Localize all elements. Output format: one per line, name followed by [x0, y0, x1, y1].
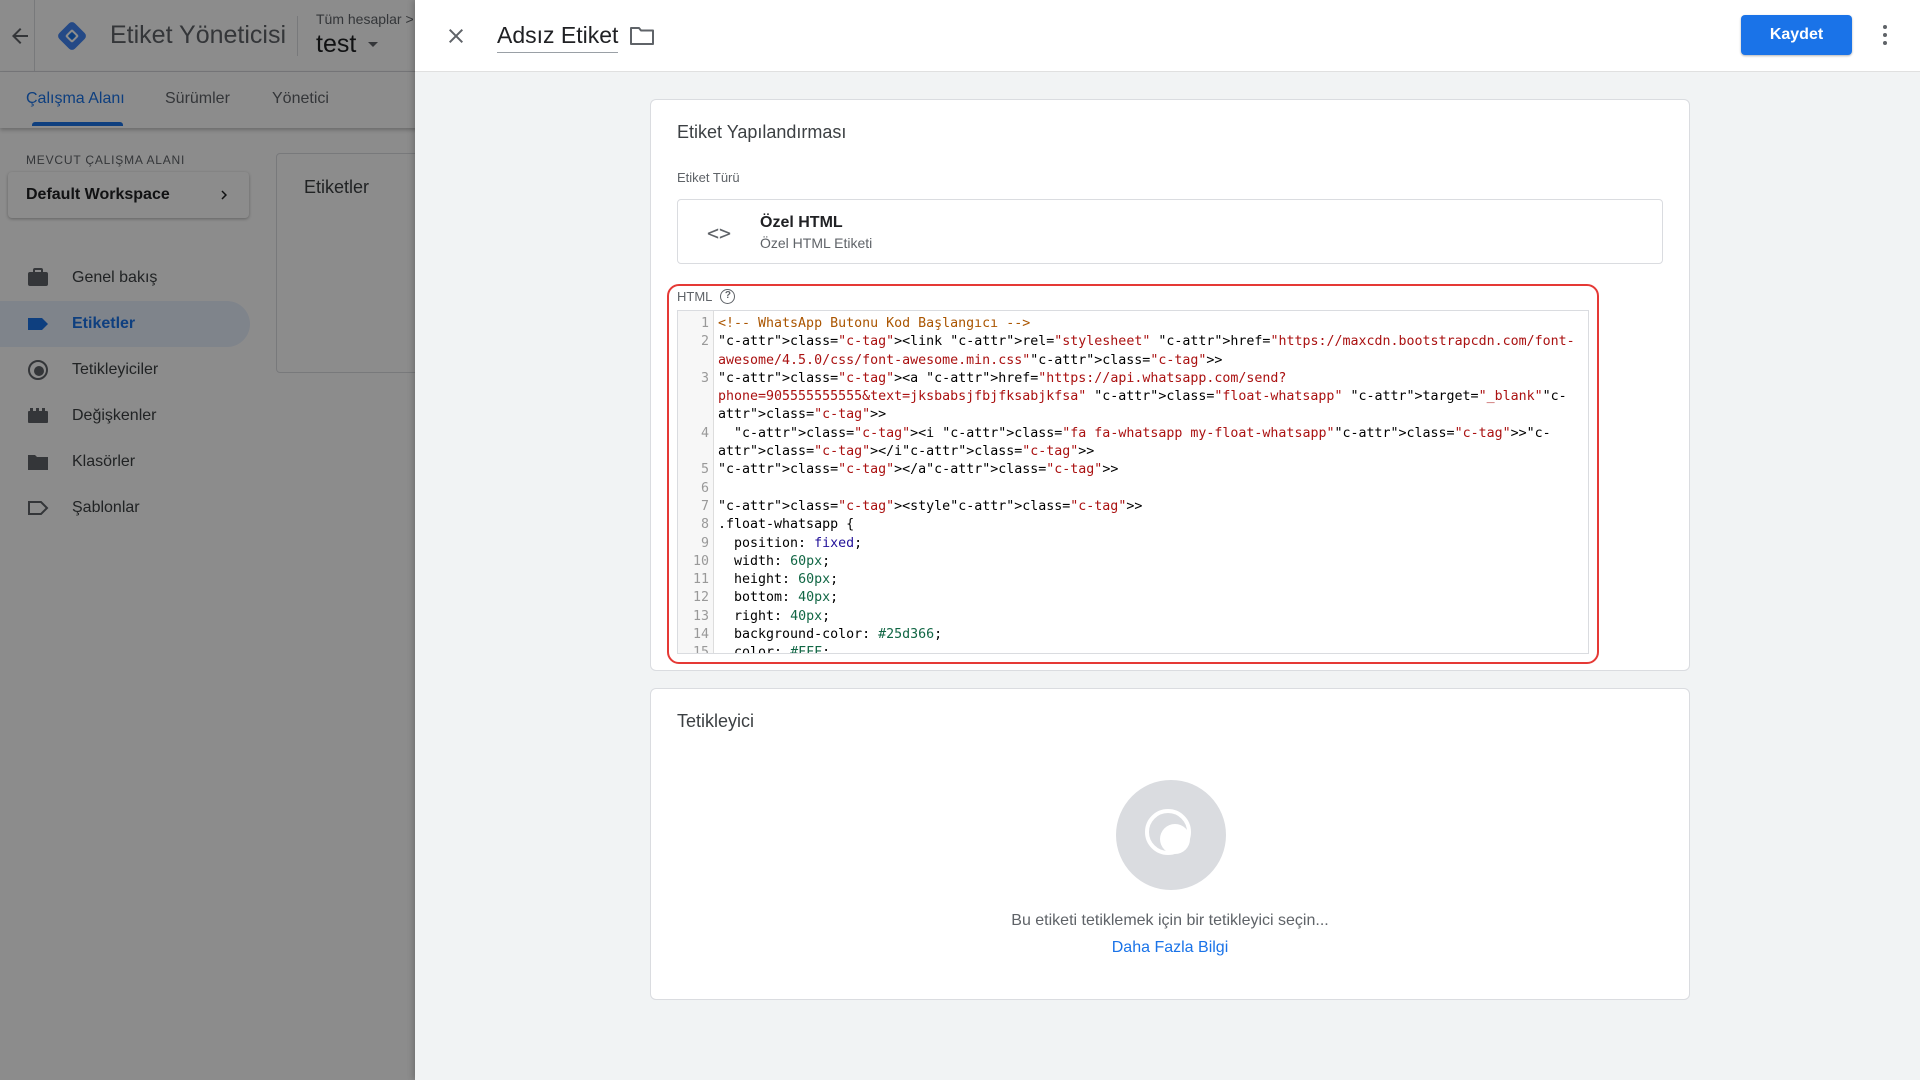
code-text: "c-attr">class="c-tag"><style"c-attr">cl…	[718, 498, 1143, 514]
code-icon: <>	[707, 221, 732, 245]
code-line: 1 <!-- WhatsApp Butonu Kod Başlangıcı -->	[678, 315, 1588, 333]
code-line: 13 right: 40px;	[678, 608, 1588, 626]
trigger-placeholder[interactable]	[1116, 780, 1226, 890]
tag-type-label: Etiket Türü	[677, 170, 740, 185]
code-text: color: #FFF;	[718, 645, 831, 654]
code-line: 4 "c-attr">class="c-tag"><i "c-attr">cla…	[678, 425, 1588, 462]
trigger-icon	[1145, 809, 1191, 855]
line-number: 5	[700, 462, 709, 478]
code-text: "c-attr">class="c-tag"><a "c-attr">href=…	[718, 370, 1567, 423]
line-number: 10	[692, 553, 709, 569]
help-icon[interactable]: ?	[720, 289, 736, 304]
code-text: "c-attr">class="c-tag"><link "c-attr">re…	[718, 334, 1575, 368]
code-line: 3 "c-attr">class="c-tag"><a "c-attr">href…	[678, 370, 1588, 425]
panel-header: Adsız Etiket Kaydet	[415, 0, 1920, 72]
folder-icon[interactable]	[629, 25, 655, 47]
line-number: 6	[700, 480, 709, 496]
trigger-card[interactable]: Tetikleyici Bu etiketi tetiklemek için b…	[650, 688, 1690, 1000]
code-text: position: fixed;	[718, 535, 863, 551]
code-text: right: 40px;	[718, 608, 831, 624]
tag-name-input[interactable]: Adsız Etiket	[497, 22, 619, 53]
tag-editor-panel: Adsız Etiket Kaydet Etiket Yapılandırmas…	[415, 0, 1920, 1080]
line-number: 2	[700, 334, 709, 350]
tag-type-description: Özel HTML Etiketi	[760, 235, 873, 251]
code-line: 14 background-color: #25d366;	[678, 626, 1588, 644]
line-number: 11	[692, 572, 709, 588]
learn-more-link[interactable]: Daha Fazla Bilgi	[651, 939, 1689, 957]
code-lines: 1 <!-- WhatsApp Butonu Kod Başlangıcı -->…	[678, 315, 1588, 654]
code-line: 5 "c-attr">class="c-tag"></a"c-attr">clas…	[678, 461, 1588, 479]
line-number: 15	[692, 645, 709, 654]
code-line: 2 "c-attr">class="c-tag"><link "c-attr">r…	[678, 333, 1588, 370]
html-field-label: HTML ?	[677, 289, 736, 304]
code-text: <!-- WhatsApp Butonu Kod Başlangıcı -->	[718, 316, 1031, 331]
save-button[interactable]: Kaydet	[1741, 15, 1852, 55]
code-line: 10 width: 60px;	[678, 553, 1588, 571]
line-number: 8	[700, 517, 709, 533]
html-label-text: HTML	[677, 289, 713, 304]
code-text: "c-attr">class="c-tag"><i "c-attr">class…	[718, 425, 1551, 460]
code-text: width: 60px;	[718, 553, 831, 569]
line-number: 3	[700, 370, 709, 386]
code-line: 9 position: fixed;	[678, 535, 1588, 553]
code-line: 15 color: #FFF;	[678, 644, 1588, 654]
line-number: 13	[692, 608, 709, 624]
line-number: 12	[692, 590, 709, 606]
more-vert-icon[interactable]	[1879, 22, 1891, 48]
code-line: 12 bottom: 40px;	[678, 589, 1588, 607]
code-line: 7 "c-attr">class="c-tag"><style"c-attr">c…	[678, 498, 1588, 516]
tag-type-selector[interactable]: <> Özel HTML Özel HTML Etiketi	[677, 199, 1663, 264]
line-number: 7	[700, 498, 709, 514]
tag-type-name: Özel HTML	[760, 214, 843, 231]
line-number: 9	[700, 535, 709, 551]
close-icon[interactable]	[444, 24, 468, 48]
card-title: Etiket Yapılandırması	[677, 122, 847, 142]
tag-configuration-card: Etiket Yapılandırması Etiket Türü <> Öze…	[650, 99, 1690, 671]
code-text: height: 60px;	[718, 572, 839, 588]
line-number: 1	[700, 316, 709, 331]
code-line: 8 .float-whatsapp {	[678, 516, 1588, 534]
code-text: "c-attr">class="c-tag"></a"c-attr">class…	[718, 462, 1119, 478]
html-code-editor[interactable]: 1 <!-- WhatsApp Butonu Kod Başlangıcı -->…	[677, 310, 1589, 654]
code-text: .float-whatsapp {	[718, 517, 855, 533]
code-line: 6	[678, 480, 1588, 498]
trigger-prompt: Bu etiketi tetiklemek için bir tetikleyi…	[1011, 912, 1329, 929]
card-title: Tetikleyici	[677, 711, 755, 731]
line-number: 14	[692, 627, 709, 643]
code-line: 11 height: 60px;	[678, 571, 1588, 589]
code-text: bottom: 40px;	[718, 590, 839, 606]
line-number: 4	[700, 425, 709, 441]
code-text: background-color: #25d366;	[718, 627, 943, 643]
